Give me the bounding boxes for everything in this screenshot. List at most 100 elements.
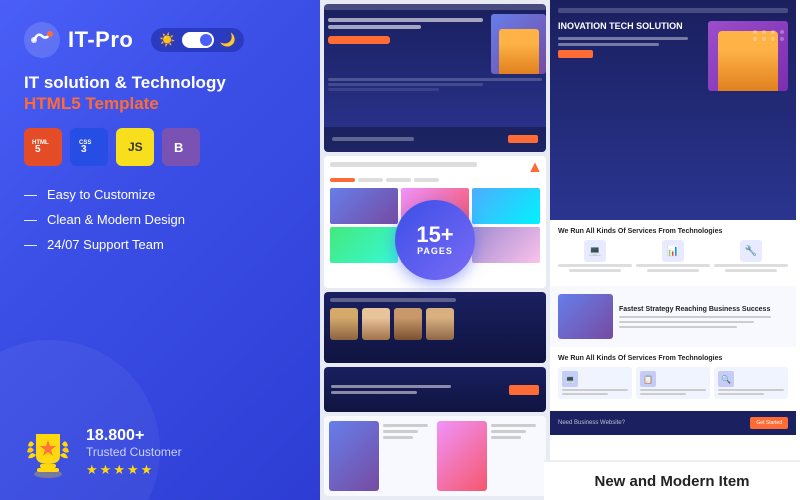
center-preview-column: 15+ PAGES xyxy=(320,0,550,500)
footer-cta-text: Need Business Website? xyxy=(558,420,625,426)
preview-line-1 xyxy=(328,78,542,81)
team-photos xyxy=(330,308,540,340)
hero-title-text: INOVATION TECH SOLUTION xyxy=(558,21,702,33)
tab-2 xyxy=(358,178,383,182)
news-image-1 xyxy=(329,421,379,491)
bookmark-icon xyxy=(530,162,540,172)
service-icon-2: 📊 xyxy=(662,240,684,262)
css-badge: 3CSS xyxy=(70,128,108,166)
title-section: IT solution & Technology HTML5 Template xyxy=(24,72,296,114)
preview-footer-btn xyxy=(508,135,538,143)
logo-icon xyxy=(24,22,60,58)
star-rating: ★ ★ ★ ★ ★ xyxy=(86,462,182,478)
team-photo-1 xyxy=(330,308,358,340)
right-services2-section: We Run All Kinds Of Services From Techno… xyxy=(550,347,796,411)
dot xyxy=(771,30,775,34)
svg-text:CSS: CSS xyxy=(79,140,91,146)
faq-button xyxy=(509,385,539,395)
right-footer: Need Business Website? Get Started xyxy=(550,411,796,435)
preview-person-figure xyxy=(499,29,539,74)
service-card-3: 🔍 xyxy=(714,367,788,399)
services2-title: We Run All Kinds Of Services From Techno… xyxy=(558,355,788,362)
svc-line-2b xyxy=(640,393,686,395)
feature-item-3: 24/07 Support Team xyxy=(24,232,296,257)
strategy-title: Fastest Strategy Reaching Business Succe… xyxy=(619,306,788,313)
star-3: ★ xyxy=(113,462,125,478)
preview-mid-title xyxy=(330,162,477,167)
trusted-text: 18.800+ Trusted Customer ★ ★ ★ ★ ★ xyxy=(86,427,182,478)
preview-line-2 xyxy=(328,83,483,86)
logo-text: IT-Pro xyxy=(68,27,133,53)
trusted-number: 18.800+ xyxy=(86,427,182,445)
preview-footer-bar xyxy=(324,127,546,152)
right-strategy-section: Fastest Strategy Reaching Business Succe… xyxy=(550,286,796,347)
news-image-2 xyxy=(437,421,487,491)
svc-line-2 xyxy=(640,389,706,391)
pages-number: 15+ xyxy=(416,224,453,246)
news-text-block xyxy=(383,421,433,491)
faq-text-block xyxy=(331,385,503,394)
news-line-3 xyxy=(383,436,413,439)
right-services-section: We Run All Kinds Of Services From Techno… xyxy=(550,220,796,286)
tab-3 xyxy=(386,178,411,182)
trophy-icon xyxy=(24,426,72,478)
strategy-image xyxy=(558,294,613,339)
services-title: We Run All Kinds Of Services From Techno… xyxy=(558,228,788,235)
preview-faq-section xyxy=(324,367,546,412)
service-item-2: 📊 xyxy=(636,240,710,272)
dot xyxy=(762,30,766,34)
case-cell-3 xyxy=(472,188,540,224)
faq-line-2 xyxy=(331,391,417,394)
strategy-line-1 xyxy=(619,316,771,318)
sun-icon: ☀️ xyxy=(159,32,175,48)
rh-line-2 xyxy=(558,43,659,46)
strategy-line-2 xyxy=(619,321,754,323)
star-2: ★ xyxy=(100,462,112,478)
features-list: Easy to Customize Clean & Modern Design … xyxy=(24,182,296,257)
preview-tabs xyxy=(330,178,540,182)
bootstrap-badge: B xyxy=(162,128,200,166)
footer-cta-button[interactable]: Get Started xyxy=(750,417,788,429)
trusted-section: 18.800+ Trusted Customer ★ ★ ★ ★ ★ xyxy=(24,426,296,478)
svc-line-1b xyxy=(562,393,608,395)
service-card-2: 📋 xyxy=(636,367,710,399)
preview-hero-section xyxy=(324,14,546,74)
strategy-line-3 xyxy=(619,326,737,328)
service-icon-1: 💻 xyxy=(584,240,606,262)
bottom-label-bar: New and Modern Item xyxy=(544,460,800,500)
service-card-1: 💻 xyxy=(558,367,632,399)
preview-team-section xyxy=(324,292,546,363)
news-line-5 xyxy=(491,430,526,433)
svg-text:HTML: HTML xyxy=(32,140,49,146)
feature-item-1: Easy to Customize xyxy=(24,182,296,207)
services2-grid: 💻 📋 🔍 xyxy=(558,367,788,399)
svc-icon-3: 🔍 xyxy=(718,371,734,387)
team-photo-2 xyxy=(362,308,390,340)
preview-hero-dark xyxy=(324,4,546,152)
dot xyxy=(780,30,784,34)
dot xyxy=(753,30,757,34)
js-badge: JS xyxy=(116,128,154,166)
decoration-dots xyxy=(753,30,786,41)
tech-badges: 5HTML 3CSS JS B xyxy=(24,128,296,166)
svc-line-3b xyxy=(718,393,764,395)
right-hero-preview: INOVATION TECH SOLUTION xyxy=(550,0,796,220)
preview-news-section xyxy=(324,416,546,496)
rh-line-1 xyxy=(558,37,688,40)
pages-badge: 15+ PAGES xyxy=(395,200,475,280)
service-label-2b xyxy=(647,269,699,272)
service-item-3: 🔧 xyxy=(714,240,788,272)
html-badge: 5HTML xyxy=(24,128,62,166)
right-hero-text: INOVATION TECH SOLUTION xyxy=(558,21,702,91)
svc-icon-1: 💻 xyxy=(562,371,578,387)
tab-4 xyxy=(414,178,439,182)
dot xyxy=(753,37,757,41)
news-line-4 xyxy=(491,424,536,427)
right-wrapper: 15+ PAGES xyxy=(320,0,800,500)
preview-nav-bar xyxy=(324,4,546,10)
svc-line-1 xyxy=(562,389,628,391)
preview-text-line-2 xyxy=(328,25,421,29)
star-1: ★ xyxy=(86,462,98,478)
theme-toggle[interactable]: ☀️ 🌙 xyxy=(151,28,243,52)
right-content: 15+ PAGES xyxy=(320,0,800,460)
